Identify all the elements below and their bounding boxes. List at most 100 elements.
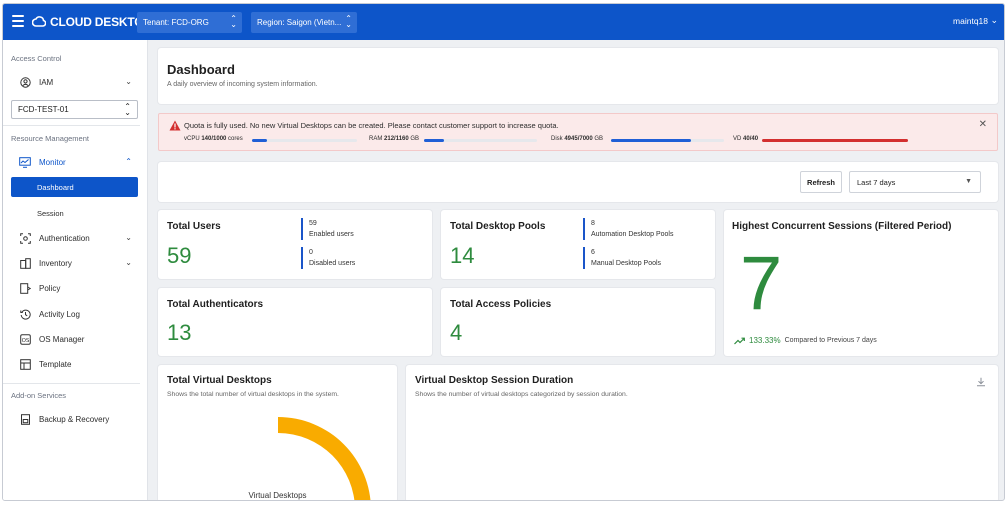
backup-icon [19,413,31,425]
quota-label: Disk [551,136,563,142]
inventory-icon [19,257,31,269]
sidebar-item-label: Template [39,359,72,369]
brand-logo[interactable]: CLOUD DESKTOP [32,13,151,31]
quota-value: 212/1160 [384,136,409,142]
quota-bar-disk [611,139,724,142]
quota-vd: VD 40/40 [733,136,758,142]
sidebar-tenant-select[interactable]: FCD-TEST-01 ⌃ ⌄ [11,100,138,119]
section-label-access: Access Control [11,54,62,63]
total-users-card: Total Users 59 59 Enabled users 0 Disabl… [158,210,432,279]
total-authenticators-value: 13 [167,320,192,345]
card-description: Shows the number of virtual desktops cat… [415,391,628,398]
page-header: Dashboard A daily overview of incoming s… [158,48,998,104]
app-window: CLOUD DESKTOP Tenant: FCD-ORG ⌃ ⌄ Region:… [2,3,1005,501]
disabled-users-stat: 0 Disabled users [301,247,355,269]
card-title: Highest Concurrent Sessions (Filtered Pe… [732,221,952,232]
card-title: Total Access Policies [450,299,552,310]
sidebar-item-activity-log[interactable]: Activity Log [11,304,138,324]
quota-alert: Quota is fully used. No new Virtual Desk… [158,113,998,151]
quota-value: 4945/7000 [564,136,593,142]
automation-pools-count: 8 [591,220,595,227]
brand-name: CLOUD DESKTOP [50,15,152,29]
session-duration-chart-card: Virtual Desktop Session Duration Shows t… [406,365,998,500]
divider [3,125,140,126]
sidebar-item-monitor[interactable]: Monitor ⌃ [11,152,138,172]
quota-label: VD [733,136,742,142]
close-icon[interactable]: ✕ [979,119,987,130]
sidebar-item-label: IAM [39,77,54,87]
manual-pools-label: Manual Desktop Pools [591,260,662,267]
quota-vcpu: vCPU 140/1000 cores [184,136,243,142]
sidebar-item-authentication[interactable]: Authentication ⌄ [11,228,138,248]
total-pools-card: Total Desktop Pools 14 8 Automation Desk… [441,210,715,279]
menu-icon[interactable] [12,15,24,27]
updown-icon: ⌃ ⌄ [124,102,131,117]
quota-bar-vcpu [252,139,357,142]
warning-icon [169,120,181,131]
updown-icon: ⌃ ⌄ [230,14,237,29]
quota-value: 140/1000 [201,136,227,142]
trending-up-icon [734,337,745,344]
template-icon [19,358,31,370]
quota-label: vCPU [184,136,200,142]
section-label-addon: Add-on Services [11,391,67,400]
virtual-desktops-chart-card: Total Virtual Desktops Shows the total n… [158,365,397,500]
quota-bar-ram [424,139,537,142]
cloud-logo-icon [32,16,46,27]
tenant-selector[interactable]: Tenant: FCD-ORG ⌃ ⌄ [137,12,242,33]
sidebar-item-template[interactable]: Template [11,354,138,374]
sidebar-item-session[interactable]: Session [11,203,138,223]
quota-value: 40/40 [743,136,759,142]
sidebar-item-inventory[interactable]: Inventory ⌄ [11,253,138,273]
manual-pools-count: 6 [591,249,595,256]
disabled-users-count: 0 [309,249,313,256]
quota-fill [424,139,445,142]
sidebar-item-label: Session [37,208,64,218]
updown-icon: ⌃ ⌄ [345,14,352,29]
trend-percent: 133.33% [749,336,781,345]
card-title: Total Users [167,221,221,232]
region-selector[interactable]: Region: Saigon (Vietn... ⌃ ⌄ [251,12,357,33]
tenant-selector-label: Tenant: FCD-ORG [143,18,209,27]
sidebar-item-label: Inventory [39,258,72,268]
sidebar-item-label: Policy [39,283,61,293]
total-authenticators-card: Total Authenticators 13 [158,288,432,356]
sidebar-item-backup[interactable]: Backup & Recovery [11,409,138,429]
os-manager-icon: OS [19,333,31,345]
sidebar-item-iam[interactable]: IAM ⌄ [11,72,138,92]
divider [3,383,140,384]
refresh-button[interactable]: Refresh [800,171,842,193]
sidebar-item-policy[interactable]: Policy [11,278,138,298]
page-subtitle: A daily overview of incoming system info… [167,81,318,88]
section-label-resource: Resource Management [11,134,89,143]
sidebar-item-label: OS Manager [39,334,85,344]
donut-center-label: Virtual Desktops [248,491,307,500]
sidebar-item-os-manager[interactable]: OS OS Manager [11,329,138,349]
filter-toolbar: Refresh Last 7 days ▼ [158,162,998,202]
card-title: Total Authenticators [167,299,264,310]
date-range-value: Last 7 days [857,177,896,187]
sidebar: Access Control IAM ⌄ FCD-TEST-01 ⌃ ⌄ Reso… [3,40,148,500]
automation-pools-label: Automation Desktop Pools [591,231,674,238]
monitor-icon [19,156,31,168]
top-bar: CLOUD DESKTOP Tenant: FCD-ORG ⌃ ⌄ Region:… [3,4,1004,40]
sidebar-tenant-value: FCD-TEST-01 [18,105,69,114]
date-range-select[interactable]: Last 7 days ▼ [849,171,981,193]
quota-unit: GB [410,136,420,142]
card-title: Virtual Desktop Session Duration [415,375,574,386]
sidebar-item-dashboard[interactable]: Dashboard [11,177,138,197]
sidebar-item-label: Dashboard [37,182,74,192]
user-circle-icon [19,76,31,88]
virtual-desktops-donut [278,417,371,500]
user-menu-label[interactable]: maintq18 [953,16,988,26]
trend-compare: Compared to Previous 7 days [784,337,877,344]
download-icon[interactable] [976,377,986,387]
quota-disk: Disk 4945/7000 GB [551,136,603,142]
total-pools-value: 14 [450,243,475,268]
automation-pools-stat: 8 Automation Desktop Pools [583,218,674,240]
policy-icon [19,282,31,294]
chevron-down-icon[interactable]: ⌄ [990,15,998,26]
enabled-users-stat: 59 Enabled users [301,218,354,240]
history-icon [19,308,31,320]
disabled-users-label: Disabled users [309,260,356,267]
